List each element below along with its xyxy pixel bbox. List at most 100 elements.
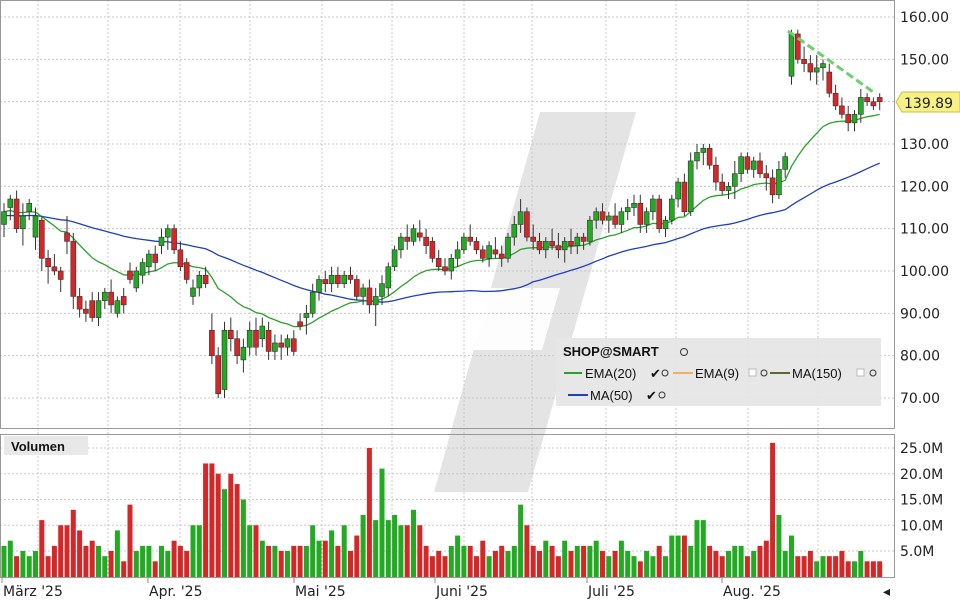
candle-body (524, 211, 530, 238)
candle-body (763, 173, 770, 179)
volume-bar (845, 561, 851, 577)
candle-body (845, 114, 852, 124)
price-tick-label: 160.00 (900, 10, 949, 26)
volume-bar (713, 551, 719, 577)
candle-body (662, 219, 669, 229)
candle-body (215, 355, 221, 395)
volume-bar (751, 551, 757, 577)
volume-bar (228, 473, 234, 577)
candle-body (624, 207, 631, 213)
candle-body (240, 346, 247, 361)
last-price-label: 139.89 (904, 96, 953, 112)
candle-body (83, 308, 89, 314)
candle-body (605, 215, 612, 221)
candle-body (108, 291, 114, 306)
volume-bar (70, 509, 76, 577)
volume-bar (64, 525, 70, 577)
volume-bar (285, 551, 290, 577)
candle-body (681, 181, 688, 213)
volume-bar (417, 525, 423, 577)
check-icon[interactable]: ✔ (646, 388, 657, 403)
candle-body (574, 236, 581, 246)
volume-bar (839, 551, 845, 577)
candle-body (26, 202, 33, 213)
volume-bar (474, 556, 479, 577)
volume-bar (776, 514, 782, 577)
price-tick-label: 130.00 (900, 137, 949, 153)
legend-ma150[interactable]: MA(150) (792, 366, 842, 381)
volume-bar (398, 525, 404, 577)
volume-bar (272, 545, 278, 577)
candle-body (120, 296, 127, 306)
unchecked-box-icon[interactable] (856, 368, 865, 377)
legend-ema20[interactable]: EMA(20) (585, 366, 636, 381)
volume-bar (297, 545, 303, 577)
legend[interactable]: SHOP@SMART EMA(20) ✔ EMA(9) MA(150) MA(5… (556, 338, 881, 406)
candle-body (832, 92, 839, 107)
candle-body (165, 228, 171, 238)
volume-bar (379, 468, 385, 577)
candle-body (177, 249, 184, 268)
candle-body (70, 241, 77, 297)
volume-bar (814, 561, 820, 577)
candle-body (146, 253, 152, 268)
volume-bar (852, 561, 857, 577)
candle-body (813, 67, 820, 73)
scroll-right-arrow-icon[interactable]: ◂ (883, 584, 890, 600)
candle-body (228, 329, 234, 340)
unchecked-box-icon[interactable] (748, 368, 757, 377)
volume-bar (719, 556, 725, 577)
volume-bar (499, 545, 505, 577)
volume-bar (461, 545, 467, 577)
volume-bar (259, 540, 265, 577)
candle-body (448, 257, 455, 272)
volume-bar (587, 545, 593, 577)
volume-bar (51, 545, 57, 577)
legend-ema9[interactable]: EMA(9) (695, 366, 739, 381)
volume-bar (190, 525, 196, 577)
candle-body (851, 114, 858, 124)
candle-body (38, 219, 45, 259)
volume-bar (234, 484, 240, 577)
volume-bar (404, 525, 410, 577)
volume-bar (14, 556, 20, 577)
volume-bar (133, 551, 139, 577)
price-axis: 160.00150.00140.00130.00120.00110.00100.… (900, 10, 949, 407)
candle-body (461, 236, 467, 251)
candle-body (637, 202, 644, 225)
volume-bar (663, 556, 668, 577)
candle-body (725, 186, 732, 191)
volume-bars (1, 442, 883, 577)
volume-bar (543, 540, 549, 577)
volume-bar (795, 556, 801, 577)
volume-bar (593, 540, 599, 577)
volume-bar (247, 525, 253, 577)
candle-body (511, 224, 518, 238)
candle-body (183, 262, 190, 280)
candle-body (322, 279, 329, 285)
candle-body (366, 287, 373, 306)
volume-bar (757, 545, 763, 577)
volume-bar (581, 545, 587, 577)
volume-label: Volumen (11, 439, 65, 454)
candle-body (328, 274, 335, 285)
x-tick-label: Aug. '25 (723, 584, 781, 600)
candle-body (776, 169, 782, 196)
volume-bar (436, 551, 442, 577)
candle-body (202, 274, 209, 285)
volume-bar (322, 540, 328, 577)
volume-bar (618, 540, 624, 577)
candle-body (341, 274, 348, 285)
volume-bar (480, 540, 486, 577)
candle-body (102, 291, 108, 301)
candle-body (32, 215, 39, 238)
check-icon[interactable]: ✔ (650, 366, 661, 381)
candle-body (668, 198, 675, 221)
candle-body (675, 181, 681, 200)
volume-bar (196, 525, 202, 577)
candle-body (549, 241, 555, 246)
volume-bar (656, 545, 662, 577)
legend-ma50[interactable]: MA(50) (590, 388, 633, 403)
candle-body (542, 241, 549, 251)
volume-bar (146, 545, 152, 577)
